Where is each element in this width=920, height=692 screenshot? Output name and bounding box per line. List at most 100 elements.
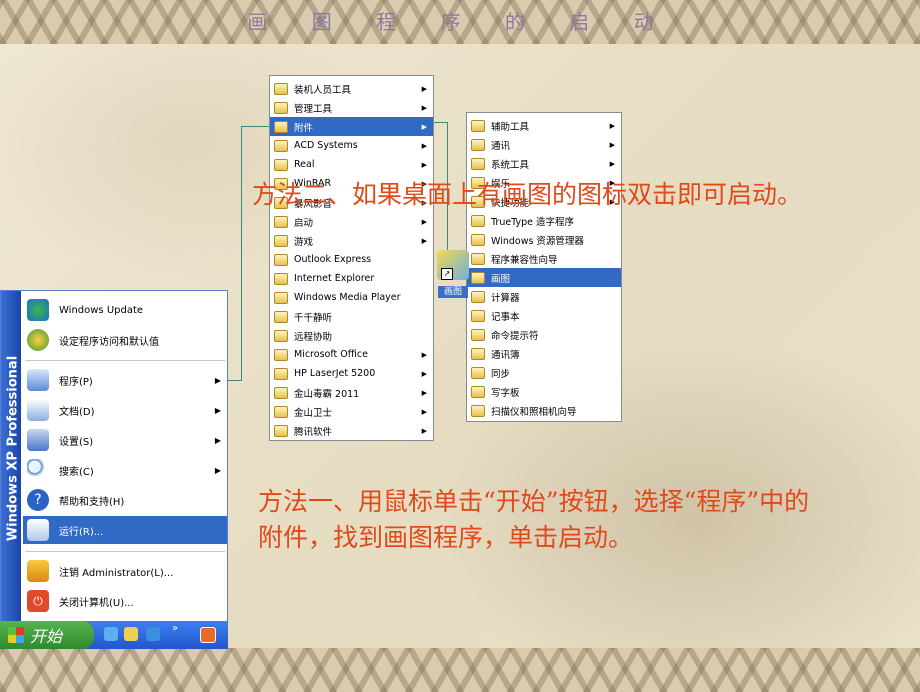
programs-menu-item[interactable]: HP LaserJet 5200 ▶	[270, 364, 433, 383]
accessories-menu-item[interactable]: TrueType 造字程序	[467, 211, 621, 230]
connector-line	[434, 122, 448, 123]
accessories-menu-item[interactable]: 计算器	[467, 287, 621, 306]
accessories-menu-item[interactable]: 系统工具 ▶	[467, 154, 621, 173]
start-item-settings[interactable]: 设置(S) ▶	[23, 426, 227, 454]
programs-menu-item[interactable]: 金山毒霸 2011 ▶	[270, 383, 433, 402]
start-item-run[interactable]: 运行(R)...	[23, 516, 227, 544]
menu-item-label: 腾讯软件	[294, 426, 333, 438]
programs-menu-item[interactable]: Microsoft Office ▶	[270, 345, 433, 364]
folder-icon	[471, 119, 485, 132]
accessories-menu-item[interactable]: 通讯 ▶	[467, 135, 621, 154]
menu-item-label: Outlook Express	[294, 254, 372, 265]
menu-item-label: Microsoft Office	[294, 349, 368, 360]
submenu-arrow-icon: ▶	[421, 84, 427, 93]
folder-icon	[471, 366, 485, 379]
accessories-menu-item[interactable]: Windows 资源管理器	[467, 230, 621, 249]
menu-item-label: Windows 资源管理器	[491, 235, 584, 247]
method-one-text: 方法一、用鼠标单击“开始”按钮，选择“程序”中的附件，找到画图程序，单击启动。	[258, 487, 810, 552]
menu-item-label: 命令提示符	[491, 330, 539, 342]
start-item-program-defaults[interactable]: 设定程序访问和默认值	[23, 326, 227, 354]
accessories-menu-item[interactable]: 写字板	[467, 382, 621, 401]
submenu-arrow-icon: ▶	[421, 236, 427, 245]
chevron-icon[interactable]: »	[172, 623, 178, 634]
folder-icon	[471, 138, 485, 151]
start-item-windows-update[interactable]: Windows Update	[23, 296, 227, 324]
menu-item-label: 计算器	[491, 292, 520, 304]
programs-menu-item[interactable]: 附件 ▶	[270, 117, 433, 136]
media-quicklaunch-icon[interactable]	[146, 627, 160, 641]
menu-item-label: Windows Media Player	[294, 292, 401, 303]
programs-menu-item[interactable]: Outlook Express	[270, 250, 433, 269]
start-item-logoff[interactable]: 注销 Administrator(L)...	[23, 557, 227, 585]
start-item-documents[interactable]: 文档(D) ▶	[23, 396, 227, 424]
programs-menu-item[interactable]: Windows Media Player	[270, 288, 433, 307]
menu-item-label: 写字板	[491, 387, 520, 399]
folder-icon	[274, 82, 288, 95]
menu-item-label: TrueType 造字程序	[491, 216, 575, 228]
programs-menu-item[interactable]: Real ▶	[270, 155, 433, 174]
run-icon	[27, 519, 49, 541]
programs-menu-item[interactable]: ACD Systems ▶	[270, 136, 433, 155]
start-item-programs[interactable]: 程序(P) ▶	[23, 366, 227, 394]
folder-icon	[274, 291, 288, 304]
folder-icon	[471, 233, 485, 246]
programs-menu-item[interactable]: 腾讯软件 ▶	[270, 421, 433, 440]
ie-quicklaunch-icon[interactable]	[104, 627, 118, 641]
connector-line	[241, 126, 269, 127]
folder-icon	[471, 385, 485, 398]
folder-icon	[274, 386, 288, 399]
folder-icon	[274, 424, 288, 437]
menu-item-label: 千千静听	[294, 312, 333, 324]
programs-menu-item[interactable]: 游戏 ▶	[270, 231, 433, 250]
programs-menu-item[interactable]: 千千静听	[270, 307, 433, 326]
programs-menu-item[interactable]: 金山卫士 ▶	[270, 402, 433, 421]
paint-desktop-shortcut[interactable]: ↗ 画图	[434, 250, 472, 298]
accessories-menu-item[interactable]: 通讯簿	[467, 344, 621, 363]
accessories-menu: 辅助工具 ▶ 通讯 ▶ 系统工具 ▶ 娱乐 ▶ 快捷功能 ▶ TrueType 造字程序 Window…	[466, 112, 622, 422]
taskbar-app-icon[interactable]	[200, 627, 216, 643]
accessories-menu-item[interactable]: 同步	[467, 363, 621, 382]
folder-icon	[274, 158, 288, 171]
settings-icon	[27, 429, 49, 451]
menu-item-label: 扫描仪和照相机向导	[491, 406, 577, 418]
menu-item-label: Internet Explorer	[294, 273, 375, 284]
taskbar: 开始 »	[0, 621, 228, 649]
programs-menu-item[interactable]: 管理工具 ▶	[270, 98, 433, 117]
menu-item-label: 管理工具	[294, 103, 333, 115]
accessories-menu-item[interactable]: 程序兼容性向导	[467, 249, 621, 268]
accessories-menu-item[interactable]: 辅助工具 ▶	[467, 116, 621, 135]
menu-item-label: 游戏	[294, 236, 314, 248]
search-icon	[27, 459, 49, 481]
folder-icon	[471, 290, 485, 303]
programs-menu-item[interactable]: 远程协助	[270, 326, 433, 345]
submenu-arrow-icon: ▶	[421, 426, 427, 435]
bottom-decorative-band	[0, 648, 920, 692]
programs-menu: 装机人员工具 ▶ 管理工具 ▶ 附件 ▶ ACD Systems ▶ Real ▶ WinRAR ▶ 暴…	[269, 75, 434, 441]
folder-icon	[274, 101, 288, 114]
submenu-arrow-icon: ▶	[421, 103, 427, 112]
start-item-shutdown[interactable]: ⏻ 关闭计算机(U)...	[23, 587, 227, 615]
menu-item-label: 金山毒霸 2011	[294, 388, 360, 400]
start-item-label: 文档(D)	[59, 406, 95, 418]
start-item-label: 注销 Administrator(L)...	[59, 567, 174, 579]
submenu-arrow-icon: ▶	[609, 140, 615, 149]
start-item-label: 程序(P)	[59, 376, 93, 388]
start-item-help[interactable]: ? 帮助和支持(H)	[23, 486, 227, 514]
accessories-menu-item[interactable]: 命令提示符	[467, 325, 621, 344]
accessories-menu-item[interactable]: 画图	[467, 268, 621, 287]
submenu-arrow-icon: ▶	[214, 465, 221, 475]
connector-line	[228, 380, 242, 381]
quicklaunch-icon[interactable]	[124, 627, 138, 641]
folder-icon	[471, 309, 485, 322]
shutdown-icon: ⏻	[27, 590, 49, 612]
start-item-search[interactable]: 搜索(C) ▶	[23, 456, 227, 484]
accessories-menu-item[interactable]: 记事本	[467, 306, 621, 325]
folder-icon	[471, 347, 485, 360]
programs-menu-item[interactable]: 启动 ▶	[270, 212, 433, 231]
programs-menu-item[interactable]: Internet Explorer	[270, 269, 433, 288]
start-button[interactable]: 开始	[0, 621, 94, 649]
start-item-label: 设定程序访问和默认值	[59, 336, 159, 348]
accessories-menu-item[interactable]: 扫描仪和照相机向导	[467, 401, 621, 420]
start-item-label: 运行(R)...	[59, 526, 104, 538]
programs-menu-item[interactable]: 装机人员工具 ▶	[270, 79, 433, 98]
